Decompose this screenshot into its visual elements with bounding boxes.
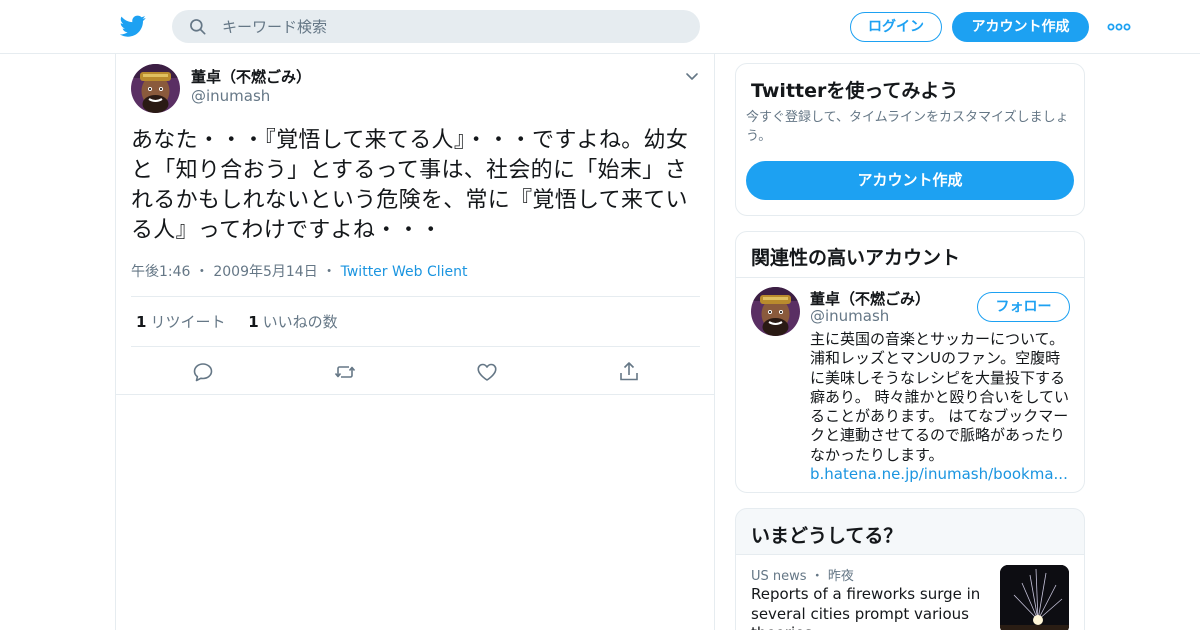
retweet-count: 1 (136, 313, 147, 331)
search-icon (190, 19, 206, 35)
trends-card: いまどうしてる？ US news ・ 昨夜 Reports of a firew… (735, 508, 1085, 630)
tweet-author-handle[interactable]: @inumash (191, 87, 270, 105)
avatar[interactable] (751, 287, 800, 336)
more-dots-icon[interactable] (1107, 18, 1131, 36)
related-account-handle[interactable]: @inumash (810, 307, 889, 325)
trend-context: US news ・ 昨夜 (751, 565, 854, 584)
tweet-actions (116, 347, 714, 395)
avatar[interactable] (131, 64, 180, 113)
heart-icon[interactable] (475, 360, 499, 384)
signup-card: Twitterを使ってみよう 今すぐ登録して、タイムラインをカスタマイズしましょ… (735, 63, 1085, 216)
tweet-permalink: 董卓（不燃ごみ） @inumash あなた・・・『覚悟して来てる人』・・・ですよ… (115, 54, 715, 630)
like-count: 1 (248, 313, 259, 331)
related-accounts-card: 関連性の高いアカウント 董卓（不燃ごみ） @inumash フォロー 主に英国の… (735, 231, 1085, 493)
reply-icon[interactable] (191, 360, 215, 384)
signup-card-button[interactable]: アカウント作成 (746, 161, 1074, 200)
trend-headline: Reports of a fireworks surge in several … (751, 585, 981, 630)
bio-link[interactable]: b.hatena.ne.jp/inumash/bookma... (810, 465, 1072, 484)
retweet-stat[interactable]: 1 リツイート (136, 313, 225, 331)
tweet-date[interactable]: 2009年5月14日 (213, 264, 317, 280)
related-account-name[interactable]: 董卓（不燃ごみ） (810, 288, 930, 309)
meta-separator: ・ (194, 264, 209, 280)
divider (736, 277, 1084, 278)
related-account-bio: 主に英国の音楽とサッカーについて。浦和レッズとマンUのファン。空腹時に美味しそう… (810, 330, 1072, 484)
twitter-bird-icon[interactable] (120, 13, 146, 39)
search-box[interactable] (172, 10, 700, 43)
meta-separator: ・ (322, 264, 337, 280)
signup-button[interactable]: アカウント作成 (952, 12, 1089, 42)
tweet-time[interactable]: 午後1:46 (131, 264, 190, 280)
related-card-title: 関連性の高いアカウント (751, 247, 961, 269)
login-button[interactable]: ログイン (850, 12, 942, 42)
avatar-image (751, 287, 800, 336)
chevron-down-icon[interactable] (684, 68, 700, 84)
trend-time: 昨夜 (827, 569, 854, 584)
share-icon[interactable] (617, 360, 641, 384)
tweet-client-link[interactable]: Twitter Web Client (341, 264, 468, 280)
like-stat[interactable]: 1 いいねの数 (248, 313, 337, 331)
meta-separator: ・ (810, 569, 824, 584)
trend-thumbnail (1000, 565, 1069, 630)
trend-item[interactable]: US news ・ 昨夜 Reports of a fireworks surg… (736, 554, 1084, 630)
trends-card-title: いまどうしてる？ (751, 525, 903, 547)
retweet-icon[interactable] (333, 360, 357, 384)
fireworks-image (1000, 565, 1069, 630)
retweet-label: リツイート (150, 313, 226, 331)
tweet-author-name[interactable]: 董卓（不燃ごみ） (191, 66, 311, 87)
like-label: いいねの数 (262, 313, 338, 331)
bio-text: 主に英国の音楽とサッカーについて。浦和レッズとマンUのファン。空腹時に美味しそう… (810, 330, 1070, 464)
tweet-text: あなた・・・『覚悟して来てる人』・・・ですよね。幼女と「知り合おう」とするって事… (131, 128, 689, 243)
search-input[interactable] (222, 10, 682, 43)
signup-card-description: 今すぐ登録して、タイムラインをカスタマイズしましょう。 (746, 110, 1069, 144)
follow-button[interactable]: フォロー (977, 292, 1070, 322)
trend-source: US news (751, 569, 807, 584)
tweet-timestamp: 午後1:46 ・ 2009年5月14日 ・ Twitter Web Client (131, 261, 468, 281)
signup-card-title: Twitterを使ってみよう (751, 80, 959, 102)
divider (131, 296, 700, 297)
avatar-image (131, 64, 180, 113)
tweet-stats: 1 リツイート 1 いいねの数 (136, 311, 338, 332)
top-nav-bar: ログイン アカウント作成 (0, 0, 1200, 54)
